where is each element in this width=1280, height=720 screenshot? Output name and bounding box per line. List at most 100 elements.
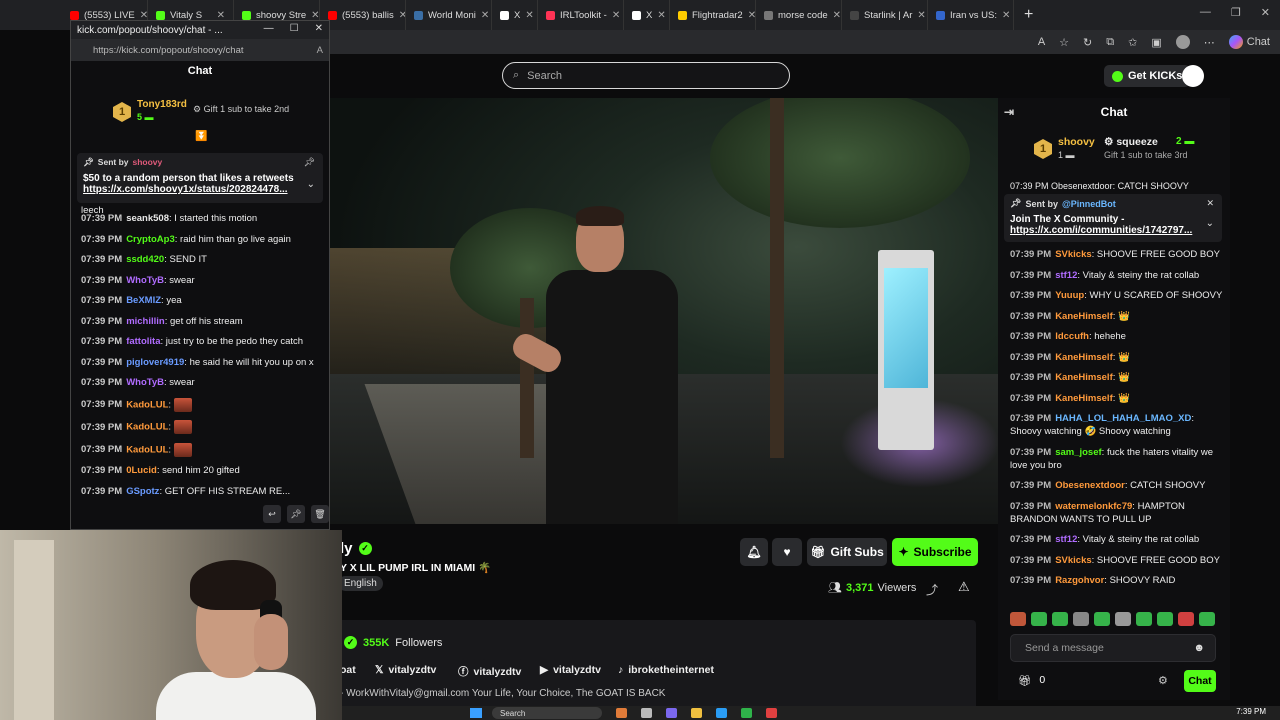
chat-username[interactable]: HAHA_LOL_HAHA_LMAO_XD (1055, 413, 1191, 424)
chat-message[interactable]: 07:39 PM sam_josef: fuck the haters vital… (1010, 446, 1224, 472)
chat-username[interactable]: stf12 (1055, 270, 1077, 281)
profile-avatar[interactable] (1175, 35, 1190, 49)
popout-scroll-indicator-icon[interactable]: ⏬ (195, 131, 207, 142)
browser-tab[interactable]: Flightradar2 ✕ (670, 0, 756, 30)
browser-tab[interactable]: morse code ✕ (756, 0, 842, 30)
notify-bell-button[interactable]: 🔔︎ (740, 538, 768, 566)
search-bar[interactable]: ⌕ Search (502, 62, 790, 89)
emoji-icon[interactable]: ☻ (1193, 642, 1205, 654)
chat-username[interactable]: fattolita (126, 336, 160, 347)
close-icon[interactable]: ✕ (315, 23, 323, 34)
chat-message-input[interactable]: Send a message ☻ (1010, 634, 1216, 662)
chat-message[interactable]: 07:39 PM SVkicks: SHOOVE FREE GOOD BOY (1010, 554, 1224, 567)
edge-icon[interactable] (716, 708, 727, 718)
minimize-icon[interactable]: — (1200, 6, 1211, 19)
collapse-chat-icon[interactable]: ⇥ (1004, 105, 1014, 119)
chat-username[interactable]: KadoLUL (126, 422, 168, 433)
chat-message[interactable]: 07:39 PM Razgohvor: SHOOVY RAID (1010, 574, 1224, 587)
chat-username[interactable]: sam_josef (1055, 447, 1101, 458)
copilot-button[interactable]: Chat (1228, 35, 1270, 49)
new-tab-button[interactable]: + (1014, 6, 1043, 24)
chat-username[interactable]: KadoLUL (126, 399, 168, 410)
read-aloud-icon[interactable]: A (1038, 36, 1045, 48)
favorite-star-icon[interactable]: ☆ (1059, 36, 1069, 49)
second-gifter[interactable]: ⚙ squeeze (1104, 136, 1158, 148)
chat-username[interactable]: piglover4919 (126, 357, 184, 368)
chat-message[interactable]: 07:39 PM WhoTyB: swear (81, 275, 321, 287)
emote-button[interactable] (1073, 612, 1089, 626)
chat-username[interactable]: BeXMIZ (126, 295, 161, 306)
chat-message[interactable]: 07:39 PM michillin: get off his stream (81, 316, 321, 328)
social-link[interactable]: ⓕ vitalyzdtv (458, 664, 521, 679)
tab-close-icon[interactable]: ✕ (481, 10, 489, 21)
chevron-down-icon[interactable]: ⌄ (307, 179, 315, 190)
chat-message[interactable]: 07:39 PM fattolita: just try to be the pe… (81, 336, 321, 348)
browser-tab[interactable]: X ✕ (624, 0, 670, 30)
chat-message[interactable]: 07:39 PM watermelonkfc79: HAMPTON BRANDON… (1010, 500, 1224, 526)
chat-username[interactable]: GSpotz (126, 486, 159, 497)
taskbar-app-icon[interactable] (641, 708, 652, 718)
emote-button[interactable] (1136, 612, 1152, 626)
chat-username[interactable]: KaneHimself (1055, 393, 1113, 404)
delete-icon[interactable]: 🗑︎ (311, 505, 329, 523)
chat-username[interactable]: WhoTyB (126, 275, 164, 286)
chat-message[interactable]: 07:39 PM stf12: Vitaly & steiny the rat c… (1010, 533, 1224, 546)
tab-close-icon[interactable]: ✕ (399, 10, 405, 21)
chat-username[interactable]: Yuuup (1055, 290, 1084, 301)
chat-message[interactable]: 07:39 PM HAHA_LOL_HAHA_LMAO_XD: Shoovy wa… (1010, 412, 1224, 438)
taskbar-app-icon[interactable] (666, 708, 677, 718)
favorites-icon[interactable]: ✩ (1128, 36, 1137, 49)
chat-message[interactable]: 07:39 PM KaneHimself: 👑 (1010, 310, 1224, 323)
chrome-icon[interactable] (766, 708, 777, 718)
chat-username[interactable]: seank508 (126, 213, 169, 224)
pinned-message[interactable]: 📌︎ Sent by @PinnedBot Join The X Communi… (1004, 194, 1222, 242)
tab-close-icon[interactable]: ✕ (140, 10, 147, 21)
tab-close-icon[interactable]: ✕ (748, 10, 755, 21)
chat-username[interactable]: KaneHimself (1055, 311, 1113, 322)
chat-message[interactable]: 07:39 PM CryptoAp3: raid him than go live… (81, 234, 321, 246)
xbox-icon[interactable] (741, 708, 752, 718)
chat-message[interactable]: 07:39 PM KaneHimself: 👑 (1010, 351, 1224, 364)
tab-close-icon[interactable]: ✕ (612, 10, 620, 21)
popout-pinned-message[interactable]: 📌︎ Sent by shoovy $50 to a random person… (77, 153, 323, 203)
emote-button[interactable] (1031, 612, 1047, 626)
social-link[interactable]: 𝕏vitalyzdtv (375, 664, 436, 676)
tab-close-icon[interactable]: ✕ (1002, 10, 1010, 21)
share-icon[interactable]: ⤴ (926, 581, 938, 598)
chat-username[interactable]: ssdd420 (126, 254, 164, 265)
browser-tab[interactable]: Starlink | Ar ✕ (842, 0, 928, 30)
kicks-balance[interactable]: 🎁︎ 0 (1018, 674, 1045, 687)
chat-message[interactable]: 07:39 PM SVkicks: SHOOVE FREE GOOD BOY (1010, 248, 1224, 261)
chat-username[interactable]: KaneHimself (1055, 352, 1113, 363)
language-tag[interactable]: English (338, 576, 383, 591)
tab-close-icon[interactable]: ✕ (833, 10, 841, 21)
emote-button[interactable] (1094, 612, 1110, 626)
chat-username[interactable]: CryptoAp3 (126, 234, 175, 245)
pinned-user[interactable]: @PinnedBot (1062, 199, 1116, 209)
popout-url-bar[interactable]: https://kick.com/popout/shoovy/chat A (71, 39, 329, 61)
subscribe-button[interactable]: ✦ Subscribe (892, 538, 978, 566)
user-avatar[interactable] (1182, 65, 1204, 87)
gear-icon[interactable]: ⚙ (1158, 674, 1168, 687)
close-icon[interactable]: ✕ (1261, 6, 1270, 19)
taskbar-app-icon[interactable] (616, 708, 627, 718)
gift-prompt[interactable]: Gift 1 sub to take 3rd (1104, 150, 1188, 160)
collections-icon[interactable]: ▣ (1151, 36, 1161, 49)
chat-message[interactable]: 07:39 PM Obesenextdoor: CATCH SHOOVY (1010, 479, 1224, 492)
chat-username[interactable]: ldccufh (1055, 331, 1089, 342)
popout-pinned-user[interactable]: shoovy (133, 157, 163, 168)
chevron-down-icon[interactable]: ⌄ (1206, 218, 1214, 229)
chat-username[interactable]: michillin (126, 316, 165, 327)
chat-username[interactable]: WhoTyB (126, 377, 164, 388)
popout-gift-prompt[interactable]: ⚙ Gift 1 sub to take 2nd (193, 104, 289, 115)
browser-tab[interactable]: (5553) ballis ✕ (320, 0, 406, 30)
chat-username[interactable]: SVkicks (1055, 249, 1091, 260)
chat-message[interactable]: 07:39 PM GSpotz: GET OFF HIS STREAM RE... (81, 486, 321, 498)
browser-tab[interactable]: Iran vs US: ✕ (928, 0, 1014, 30)
chat-username[interactable]: stf12 (1055, 534, 1077, 545)
gift-subs-button[interactable]: 🎁︎ Gift Subs (807, 538, 887, 566)
tab-close-icon[interactable]: ✕ (525, 10, 533, 21)
report-warning-icon[interactable]: ⚠ (958, 579, 970, 595)
chat-username[interactable]: KaneHimself (1055, 372, 1113, 383)
emote-button[interactable] (1052, 612, 1068, 626)
